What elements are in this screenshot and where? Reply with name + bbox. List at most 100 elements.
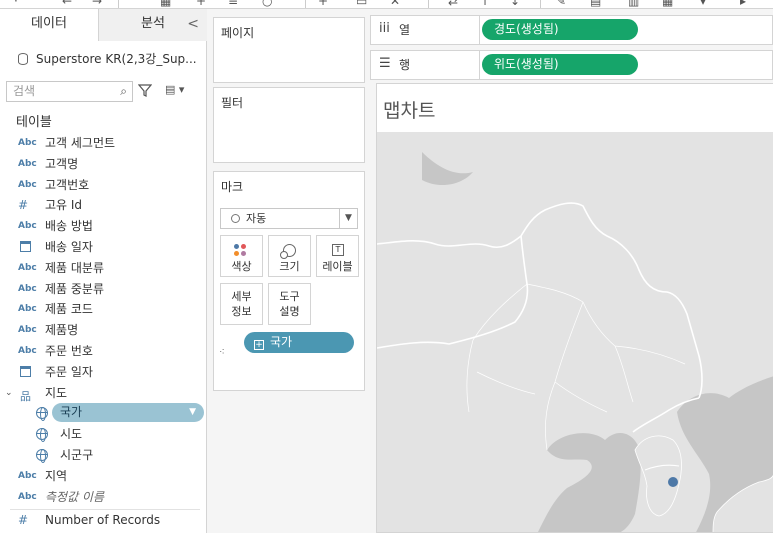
country-detail-label: 국가 [270, 335, 293, 349]
size-button[interactable]: 크기 [268, 235, 311, 277]
cards-column: 페이지 필터 마크 자동 ▼ 색상 크기 T 레이블 세부 정보 도구 설명 ⁖… [207, 9, 370, 533]
expand-plus-icon[interactable]: + [254, 340, 264, 350]
country-detail-pill[interactable]: + 국가 [244, 332, 354, 353]
database-icon [18, 53, 28, 65]
labels-icon[interactable]: ▥ [628, 0, 639, 8]
highlight-icon[interactable]: ✎ [556, 0, 566, 8]
shelf-divider [479, 16, 480, 44]
field-item[interactable]: 배송 일자 [0, 237, 207, 257]
search-input[interactable]: 검색 ⌕ [6, 81, 133, 102]
chevron-down-icon[interactable]: ▼ [189, 403, 196, 422]
mark-type-select[interactable]: 자동 ▼ [220, 208, 358, 229]
field-item[interactable]: Abc 제품명 [0, 320, 207, 340]
fix-axes-icon[interactable]: ▦ [662, 0, 673, 8]
circle-mark-icon [231, 214, 240, 223]
detail-label-1: 세부 [231, 290, 252, 303]
datasource-item[interactable]: Superstore KR(2,3강_Sup... [18, 49, 197, 69]
field-item[interactable]: Abc 측정값 이름 [0, 487, 207, 507]
field-name: 시군구 [60, 448, 94, 462]
worksheet-title[interactable]: 맵차트 [383, 96, 435, 123]
number-type-icon: # [18, 513, 29, 528]
selected-field-pill[interactable]: 국가 ▼ [52, 403, 204, 423]
clear-sheet-icon[interactable]: ✕ [390, 0, 400, 8]
chevron-down-icon[interactable]: ⌄ [5, 383, 13, 403]
tab-analytics[interactable]: 분석 < [99, 9, 207, 41]
field-item[interactable]: Abc 배송 방법 [0, 216, 207, 236]
filters-card[interactable]: 필터 [213, 87, 365, 163]
sort-asc-icon[interactable]: ↑ [480, 0, 490, 8]
color-button[interactable]: 색상 [220, 235, 263, 277]
string-type-icon: Abc [18, 283, 37, 294]
detail-label-2: 정보 [231, 305, 252, 318]
columns-shelf[interactable]: iii 열 경도(생성됨) [370, 15, 773, 45]
new-worksheet-icon[interactable]: + [318, 0, 328, 8]
refresh-icon[interactable]: ○ [262, 0, 272, 8]
toolbar-icon[interactable]: · [14, 0, 18, 8]
field-item[interactable]: Abc 제품 코드 [0, 299, 207, 319]
field-name: 시도 [60, 427, 83, 442]
string-type-icon: Abc [18, 158, 37, 169]
tooltip-label-1: 도구 [279, 290, 300, 303]
duplicate-icon[interactable]: ▭ [356, 0, 367, 8]
field-item[interactable]: Abc 지역 [0, 466, 207, 486]
pause-icon[interactable]: ≡ [228, 0, 238, 8]
field-name: 고객 세그먼트 [45, 136, 116, 150]
field-item[interactable]: # 고유 Id [0, 195, 207, 215]
globe-icon [36, 428, 48, 443]
field-name: 제품명 [45, 323, 79, 338]
hierarchy-child-item[interactable]: 시도 [0, 424, 207, 444]
field-item[interactable]: # Number of Records [0, 510, 207, 530]
tab-data-label: 데이터 [31, 16, 67, 31]
field-item[interactable]: Abc 제품 중분류 [0, 279, 207, 299]
size-icon-wrap [269, 240, 310, 260]
pages-card[interactable]: 페이지 [213, 17, 365, 83]
group-icon[interactable]: ▤ [590, 0, 601, 8]
string-type-icon: Abc [18, 491, 37, 502]
pages-title: 페이지 [221, 26, 255, 40]
redo-icon[interactable]: → [92, 0, 102, 8]
size-icon [280, 244, 296, 259]
swap-icon[interactable]: ⇄ [448, 0, 458, 8]
tableau-workspace: · ← → ▦ + ≡ ○ + ▭ ✕ ⇄ ↑ ↓ ✎ ▤ ▥ ▦ ▾ ▸ 데이… [0, 0, 773, 533]
fit-icon[interactable]: ▾ [700, 0, 706, 8]
data-pane: 데이터 분석 < Superstore KR(2,3강_Sup... 검색 ⌕ ▤… [0, 9, 207, 533]
tooltip-button[interactable]: 도구 설명 [268, 283, 311, 325]
hierarchy-item[interactable]: ⌄ 品 지도 [0, 383, 207, 403]
field-name: 고객명 [45, 156, 79, 171]
string-type-icon: Abc [18, 138, 37, 148]
view-options-icon[interactable]: ▤ ▾ [165, 83, 184, 96]
longitude-pill[interactable]: 경도(생성됨) [482, 19, 638, 40]
chevron-down-icon: ▼ [339, 209, 357, 228]
field-item[interactable]: Abc 고객 세그먼트 [0, 133, 207, 153]
field-item[interactable]: Abc 고객명 [0, 154, 207, 174]
save-icon[interactable]: ▦ [160, 0, 171, 8]
show-me-icon[interactable]: ▸ [740, 0, 746, 8]
hierarchy-child-item[interactable]: 시군구 [0, 445, 207, 465]
tab-data[interactable]: 데이터 [0, 9, 99, 41]
rows-shelf[interactable]: ☰ 행 위도(생성됨) [370, 50, 773, 80]
new-datasource-icon[interactable]: + [196, 0, 206, 8]
sort-desc-icon[interactable]: ↓ [510, 0, 520, 8]
string-type-icon: Abc [18, 262, 37, 273]
string-type-icon: Abc [18, 179, 37, 190]
marks-title: 마크 [221, 180, 244, 194]
label-button[interactable]: T 레이블 [316, 235, 359, 277]
toolbar: · ← → ▦ + ≡ ○ + ▭ ✕ ⇄ ↑ ↓ ✎ ▤ ▥ ▦ ▾ ▸ [0, 0, 773, 9]
filter-icon[interactable] [138, 83, 152, 97]
field-item[interactable]: Abc 제품 대분류 [0, 258, 207, 278]
color-label: 색상 [231, 260, 252, 273]
datasource-name: Superstore KR(2,3강_Sup... [36, 52, 197, 66]
label-icon-wrap: T [317, 240, 358, 260]
field-item[interactable]: 주문 일자 [0, 362, 207, 382]
hierarchy-child-item[interactable]: 국가 ▼ [0, 403, 207, 423]
detail-button[interactable]: 세부 정보 [220, 283, 263, 325]
collapse-pane-icon[interactable]: < [187, 9, 199, 39]
calendar-icon [20, 241, 31, 252]
latitude-pill[interactable]: 위도(생성됨) [482, 54, 638, 75]
field-item[interactable]: Abc 고객번호 [0, 175, 207, 195]
field-item[interactable]: Abc 주문 번호 [0, 341, 207, 361]
color-icon-wrap [221, 240, 262, 260]
map-view[interactable] [377, 132, 773, 533]
field-name: 고객번호 [45, 177, 90, 192]
undo-icon[interactable]: ← [62, 0, 72, 8]
